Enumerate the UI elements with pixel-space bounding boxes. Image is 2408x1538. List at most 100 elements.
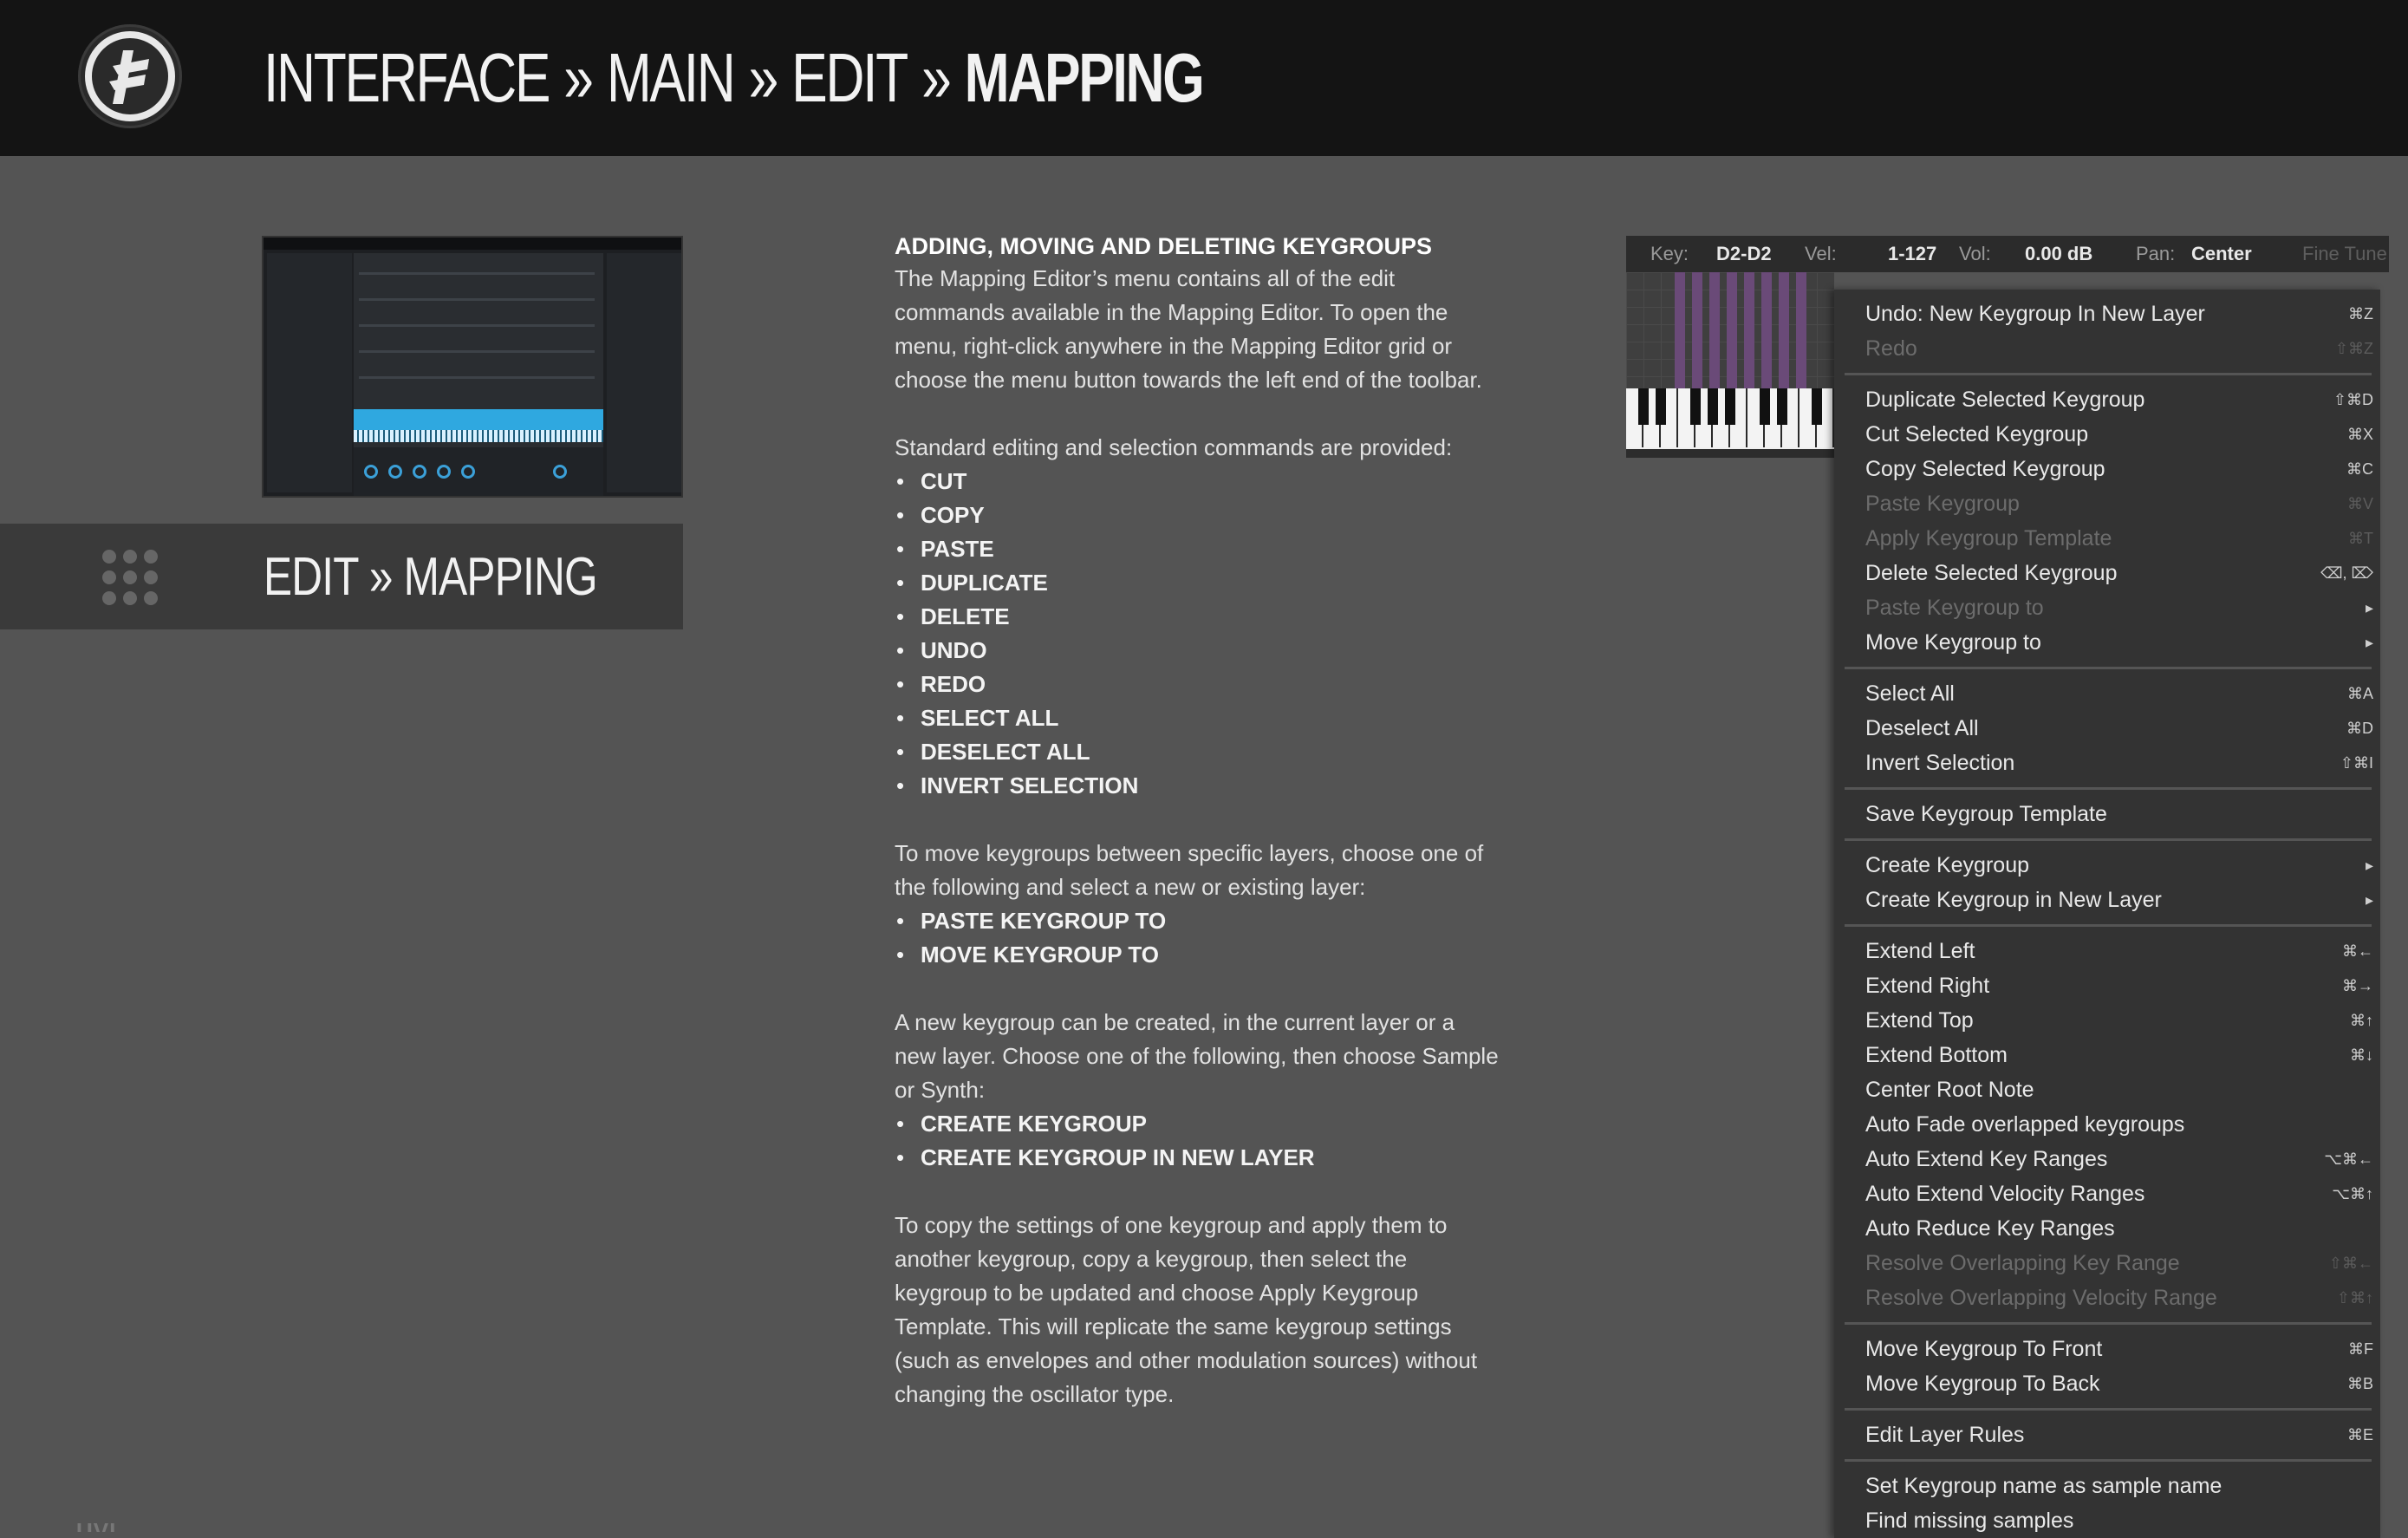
menu-item[interactable]: Apply Keygroup Template ⌘T (1865, 521, 2373, 556)
list-item: PASTE (895, 532, 1501, 566)
move-command-list: PASTE KEYGROUP TO MOVE KEYGROUP TO (895, 904, 1501, 972)
menu-item[interactable]: Copy Selected Keygroup ⌘C (1865, 452, 2373, 486)
menu-shortcut: ⌘X (2346, 426, 2373, 443)
menu-item[interactable]: Select All ⌘A (1865, 676, 2373, 711)
keygroup-column[interactable] (1796, 272, 1806, 388)
menu-item[interactable]: Auto Fade overlapped keygroups (1865, 1107, 2373, 1142)
menu-item[interactable]: Move Keygroup To Back ⌘B (1865, 1366, 2373, 1401)
menu-item[interactable]: Resolve Overlapping Velocity Range ⇧⌘↑ (1865, 1281, 2373, 1315)
vel-label: Vel: (1805, 243, 1837, 264)
black-key[interactable] (1777, 388, 1787, 425)
menu-item[interactable]: Extend Bottom ⌘↓ (1865, 1038, 2373, 1072)
menu-item[interactable]: Duplicate Selected Keygroup ⇧⌘D (1865, 382, 2373, 417)
menu-separator (1845, 787, 2372, 790)
menu-item-label: Resolve Overlapping Key Range (1865, 1251, 2180, 1275)
menu-shortcut: ⌘E (2346, 1426, 2373, 1444)
menu-shortcut: ⌫, ⌦ (2320, 564, 2373, 582)
menu-item-label: Delete Selected Keygroup (1865, 561, 2118, 585)
menu-item[interactable]: Find missing samples (1865, 1503, 2373, 1538)
menu-item[interactable]: Paste Keygroup ⌘V (1865, 486, 2373, 521)
black-key[interactable] (1690, 388, 1701, 425)
breadcrumb-item[interactable]: INTERFACE (264, 38, 550, 118)
menu-item[interactable]: Auto Reduce Key Ranges (1865, 1211, 2373, 1246)
menu-item-label: Move Keygroup to (1865, 630, 2041, 655)
black-key[interactable] (1760, 388, 1770, 425)
keygroup-column[interactable] (1727, 272, 1737, 388)
menu-shortcut: ⇧⌘Z (2334, 340, 2373, 357)
create-intro: A new keygroup can be created, in the cu… (895, 1009, 1499, 1103)
keygroup-column[interactable] (1744, 272, 1754, 388)
menu-item[interactable]: Extend Top ⌘↑ (1865, 1003, 2373, 1038)
menu-separator (1845, 1459, 2372, 1462)
menu-item[interactable]: Resolve Overlapping Key Range ⇧⌘← (1865, 1246, 2373, 1281)
menu-item-label: Auto Reduce Key Ranges (1865, 1216, 2115, 1241)
keygroup-column[interactable] (1675, 272, 1685, 388)
menu-item-label: Extend Bottom (1865, 1043, 2008, 1067)
menu-item[interactable]: Undo: New Keygroup In New Layer ⌘Z (1865, 297, 2373, 331)
menu-item[interactable]: Move Keygroup To Front ⌘F (1865, 1332, 2373, 1366)
list-item: DELETE (895, 600, 1501, 634)
black-key[interactable] (1812, 388, 1822, 425)
menu-item[interactable]: Auto Extend Key Ranges ⌥⌘← (1865, 1142, 2373, 1176)
menu-shortcut: ⌘↑ (2350, 1012, 2373, 1029)
context-menu: Undo: New Keygroup In New Layer ⌘Z Redo ⇧⌘Z… (1834, 290, 2380, 1538)
menu-item[interactable]: Auto Extend Velocity Ranges ⌥⌘↑ (1865, 1176, 2373, 1211)
menu-item[interactable]: Edit Layer Rules ⌘E (1865, 1417, 2373, 1452)
menu-separator (1845, 924, 2372, 927)
black-key[interactable] (1638, 388, 1649, 425)
menu-item-label: Move Keygroup To Front (1865, 1337, 2103, 1361)
breadcrumb-item[interactable]: EDIT (791, 38, 908, 118)
menu-shortcut: ⇧⌘I (2340, 754, 2373, 772)
breadcrumb-item[interactable]: MAIN (607, 38, 736, 118)
key-value[interactable]: D2-D2 (1716, 243, 1772, 265)
piano-keyboard[interactable] (1626, 388, 1852, 449)
vol-label: Vol: (1959, 243, 1991, 264)
black-key[interactable] (1725, 388, 1735, 425)
menu-shortcut: ⌘F (2348, 1340, 2373, 1358)
menu-item[interactable]: Redo ⇧⌘Z (1865, 331, 2373, 366)
menu-item[interactable]: Delete Selected Keygroup ⌫, ⌦ (1865, 556, 2373, 590)
template-text: To copy the settings of one keygroup and… (895, 1212, 1478, 1407)
vol-value[interactable]: 0.00 dB (2025, 243, 2092, 265)
menu-separator (1845, 838, 2372, 841)
menu-item-label: Move Keygroup To Back (1865, 1372, 2100, 1396)
keygroup-column[interactable] (1692, 272, 1702, 388)
key-label: Key: (1650, 243, 1689, 264)
menu-item-label: Save Keygroup Template (1865, 802, 2107, 826)
menu-item[interactable]: Paste Keygroup to ▸ (1865, 590, 2373, 625)
keygroup-column[interactable] (1779, 272, 1789, 388)
submenu-arrow-icon: ▸ (2365, 857, 2373, 874)
menu-item[interactable]: Create Keygroup in New Layer ▸ (1865, 883, 2373, 917)
menu-item[interactable]: Extend Left ⌘← (1865, 934, 2373, 968)
article-heading: ADDING, MOVING AND DELETING KEYGROUPS (895, 233, 1433, 259)
grid-menu-icon[interactable] (102, 550, 158, 605)
menu-item[interactable]: Invert Selection ⇧⌘I (1865, 746, 2373, 780)
menu-item[interactable]: Extend Right ⌘→ (1865, 968, 2373, 1003)
menu-item[interactable]: Deselect All ⌘D (1865, 711, 2373, 746)
menu-item[interactable]: Cut Selected Keygroup ⌘X (1865, 417, 2373, 452)
menu-shortcut: ⌘→ (2342, 977, 2373, 994)
vel-value[interactable]: 1-127 (1888, 243, 1936, 265)
menu-item[interactable]: Set Keygroup name as sample name (1865, 1469, 2373, 1503)
breadcrumb-separator: » (748, 39, 779, 116)
menu-item[interactable]: Center Root Note (1865, 1072, 2373, 1107)
menu-shortcut: ⌘↓ (2350, 1046, 2373, 1064)
black-key[interactable] (1656, 388, 1666, 425)
menu-shortcut: ⌘A (2346, 685, 2373, 702)
menu-shortcut: ⌘D (2346, 720, 2373, 737)
menu-shortcut: ⇧⌘D (2333, 391, 2373, 408)
submenu-arrow-icon: ▸ (2365, 891, 2373, 909)
menu-separator (1845, 1408, 2372, 1411)
keygroup-column[interactable] (1709, 272, 1720, 388)
black-key[interactable] (1708, 388, 1718, 425)
list-item: UNDO (895, 634, 1501, 668)
keygroup-column[interactable] (1761, 272, 1772, 388)
menu-item-label: Find missing samples (1865, 1509, 2074, 1533)
pan-value[interactable]: Center (2191, 243, 2252, 265)
menu-shortcut: ⌘B (2346, 1375, 2373, 1392)
menu-item[interactable]: Save Keygroup Template (1865, 797, 2373, 831)
menu-item-label: Undo: New Keygroup In New Layer (1865, 302, 2205, 326)
menu-item[interactable]: Create Keygroup ▸ (1865, 848, 2373, 883)
menu-item[interactable]: Move Keygroup to ▸ (1865, 625, 2373, 660)
pan-label: Pan: (2136, 243, 2176, 264)
